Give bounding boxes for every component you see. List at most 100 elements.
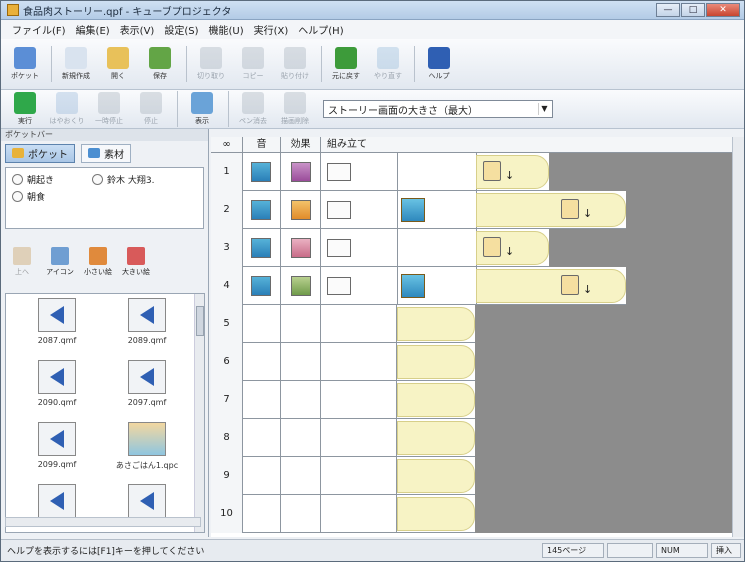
menu-edit[interactable]: 編集(E) — [71, 22, 115, 37]
playback-toolbar: 実行 はやおくり 一時停止 停止 表示 ペン消去 描画削除 ストーリー画面の大きさ（最大） ▼ — [1, 90, 744, 129]
pocket-item[interactable]: 鈴木 大翔3. — [92, 173, 154, 186]
clip-timeline[interactable] — [397, 345, 475, 379]
thumbnail-item[interactable]: 2097.qmf — [104, 360, 190, 416]
assembly-cell[interactable] — [321, 305, 397, 343]
story-row[interactable]: 4 ↓ — [211, 267, 734, 305]
story-row[interactable]: 2 ↓ — [211, 191, 734, 229]
clip-timeline[interactable] — [397, 383, 475, 417]
fast-forward-button[interactable]: はやおくり — [47, 92, 87, 126]
undo-button[interactable]: 元に戻す — [326, 47, 366, 81]
tab-pocket[interactable]: ポケット — [5, 143, 75, 163]
thumbnail-label: 2099.qmf — [37, 460, 77, 469]
effect-cell[interactable] — [281, 343, 321, 381]
mouse-click-icon[interactable] — [561, 199, 579, 219]
sound-cell[interactable] — [243, 381, 281, 419]
small-image-button[interactable]: 小さい絵 — [81, 247, 115, 277]
clip-timeline[interactable] — [476, 193, 626, 227]
thumbnail-horizontal-scrollbar[interactable] — [5, 517, 201, 527]
cut-button[interactable]: 切り取り — [191, 47, 231, 81]
menu-view[interactable]: 表示(V) — [115, 22, 160, 37]
story-row[interactable]: 1 ↓ — [211, 153, 734, 191]
story-row[interactable]: 9 — [211, 457, 734, 495]
pen-erase-button[interactable]: ペン消去 — [233, 92, 273, 126]
effect-cell[interactable] — [281, 457, 321, 495]
effect-cell[interactable] — [281, 495, 321, 533]
menu-function[interactable]: 機能(U) — [204, 22, 249, 37]
thumbnail-item[interactable]: 2090.qmf — [14, 360, 100, 416]
story-size-select[interactable]: ストーリー画面の大きさ（最大） ▼ — [323, 100, 553, 118]
maximize-button[interactable]: □ — [681, 3, 705, 17]
effect-cell[interactable] — [281, 419, 321, 457]
up-button[interactable]: 上へ — [5, 247, 39, 277]
character-card-icon[interactable] — [401, 198, 425, 222]
character-card-icon[interactable] — [401, 274, 425, 298]
thumbnail-scrollbar[interactable] — [194, 294, 204, 532]
mouse-click-icon[interactable] — [483, 161, 501, 181]
help-button[interactable]: ヘルプ — [419, 47, 459, 81]
menu-settings[interactable]: 設定(S) — [159, 22, 203, 37]
save-button[interactable]: 保存 — [140, 47, 180, 81]
thumbnail-item[interactable]: 2089.qmf — [104, 298, 190, 354]
scroll-thumb[interactable] — [196, 306, 204, 336]
thumbnail-item[interactable]: あさごはん1.qpc — [104, 422, 190, 478]
sound-cell[interactable] — [243, 495, 281, 533]
open-folder-button[interactable]: 開く — [98, 47, 138, 81]
tab-material[interactable]: 素材 — [81, 143, 131, 163]
effect-cell[interactable] — [281, 381, 321, 419]
sound-cell[interactable] — [243, 343, 281, 381]
pause-button[interactable]: 一時停止 — [89, 92, 129, 126]
assembly-cell[interactable] — [321, 457, 397, 495]
assembly-cell[interactable] — [397, 153, 398, 191]
story-row[interactable]: 8 — [211, 419, 734, 457]
assembly-cell[interactable] — [321, 495, 397, 533]
paste-button[interactable]: 貼り付け — [275, 47, 315, 81]
pocket-item[interactable]: 朝食 — [12, 190, 45, 203]
menu-run[interactable]: 実行(X) — [249, 22, 294, 37]
story-row[interactable]: 5 — [211, 305, 734, 343]
story-row[interactable]: 10 — [211, 495, 734, 533]
story-grid[interactable]: ∞ 音 効果 組み立て 1 ↓ 2 ↓ 3 ↓ 4 ↓ 5 6 7 8 9 10 — [211, 137, 734, 537]
story-row[interactable]: 7 — [211, 381, 734, 419]
pocket-item-list[interactable]: 朝起き 鈴木 大翔3. 朝食 — [5, 167, 204, 229]
thumbnail-item[interactable]: 2099.qmf — [14, 422, 100, 478]
drawing-delete-button[interactable]: 描画削除 — [275, 92, 315, 126]
effect-cell[interactable] — [281, 305, 321, 343]
clip-timeline[interactable] — [397, 497, 475, 531]
assembly-cell[interactable] — [397, 191, 398, 229]
display-button[interactable]: 表示 — [182, 92, 222, 126]
new-file-button[interactable]: 新規作成 — [56, 47, 96, 81]
pocket-item[interactable]: 朝起き — [12, 173, 54, 186]
minimize-button[interactable]: — — [656, 3, 680, 17]
pocket-button[interactable]: ポケット — [5, 47, 45, 81]
assembly-cell[interactable] — [397, 267, 398, 305]
menu-file[interactable]: ファイル(F) — [7, 22, 71, 37]
assembly-cell[interactable] — [321, 343, 397, 381]
chevron-down-icon[interactable]: ▼ — [538, 103, 550, 115]
mouse-click-icon[interactable] — [561, 275, 579, 295]
assembly-cell[interactable] — [321, 419, 397, 457]
redo-button[interactable]: やり直す — [368, 47, 408, 81]
stop-button[interactable]: 停止 — [131, 92, 171, 126]
close-button[interactable]: ✕ — [706, 3, 740, 17]
clip-timeline[interactable] — [397, 307, 475, 341]
play-button[interactable]: 実行 — [5, 92, 45, 126]
assembly-cell[interactable] — [397, 229, 398, 267]
menu-help[interactable]: ヘルプ(H) — [293, 22, 348, 37]
clip-timeline[interactable] — [476, 269, 626, 303]
sound-cell[interactable] — [243, 305, 281, 343]
story-row[interactable]: 3 ↓ — [211, 229, 734, 267]
icon-view-button[interactable]: アイコン — [43, 247, 77, 277]
copy-button[interactable]: コピー — [233, 47, 273, 81]
large-image-button[interactable]: 大きい絵 — [119, 247, 153, 277]
sound-cell[interactable] — [243, 457, 281, 495]
thumbnail-item[interactable]: 2087.qmf — [14, 298, 100, 354]
sound-cell[interactable] — [243, 419, 281, 457]
clip-timeline[interactable] — [397, 459, 475, 493]
assembly-cell[interactable] — [321, 381, 397, 419]
thumbnail-list[interactable]: 2087.qmf 2089.qmf 2090.qmf 2097.qmf 2099.qmf… — [5, 293, 205, 533]
mouse-click-icon[interactable] — [483, 237, 501, 257]
story-row[interactable]: 6 — [211, 343, 734, 381]
toolbar-separator — [177, 91, 178, 127]
clip-timeline[interactable] — [397, 421, 475, 455]
grid-scrollbar[interactable] — [732, 137, 744, 537]
